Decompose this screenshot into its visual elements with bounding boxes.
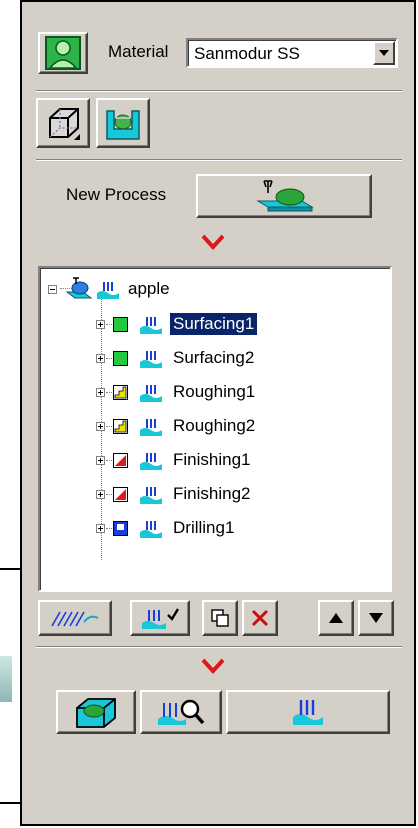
toolpath-button[interactable] [38,600,112,636]
tree-node-drilling[interactable]: Drilling1 [96,512,237,544]
expand-icon[interactable] [96,523,105,533]
user-icon [45,36,81,70]
new-process-label: New Process [66,185,167,204]
machining-panel: Material Sanmodur SS New Process apple S… [20,0,416,826]
generate-icon [293,700,323,725]
operation-icon [140,521,162,538]
expand-icon[interactable] [96,489,105,499]
expand-icon[interactable] [96,387,105,397]
chevron-down-icon[interactable] [373,41,395,65]
tree-node-surfacing[interactable]: Surfacing2 [96,342,257,374]
finishing-type-icon [113,452,128,468]
toolpath-icon [51,611,99,627]
tree-node-label: Drilling1 [173,518,235,537]
tree-node-roughing[interactable]: Roughing2 [96,410,258,442]
operation-icon [140,453,162,470]
flow-arrow-icon [201,234,225,250]
expand-icon[interactable] [96,353,105,363]
separator [36,646,402,648]
stock-box-icon [49,108,80,140]
tree-node-label: Roughing1 [173,382,256,401]
material-select[interactable]: Sanmodur SS [186,38,398,68]
expand-icon[interactable] [96,421,105,431]
material-label: Material [108,42,169,61]
separator [36,90,402,92]
expand-icon[interactable] [96,319,105,329]
process-root-icon [65,277,93,299]
tree-node-root[interactable]: apple [48,273,173,305]
copy-button[interactable] [202,600,238,636]
fixture-icon [106,110,140,140]
operation-icon [140,385,162,402]
new-process-button[interactable] [196,174,372,218]
delete-icon [251,609,269,627]
move-down-button[interactable] [358,600,394,636]
tree-node-finishing[interactable]: Finishing1 [96,444,254,476]
up-arrow-icon [329,613,343,623]
tree-node-label: apple [128,279,170,298]
tree-node-label: Finishing1 [173,450,251,469]
user-button[interactable] [38,32,88,74]
tree-node-label: Roughing2 [173,416,256,435]
surfacing-type-icon [113,316,128,332]
operation-icon [97,282,119,299]
operation-icon [140,317,162,334]
simulate-icon [76,698,116,728]
inspect-button[interactable] [140,690,222,734]
tree-node-roughing[interactable]: Roughing1 [96,376,258,408]
tree-node-label: Finishing2 [173,484,251,503]
tree-node-finishing[interactable]: Finishing2 [96,478,254,510]
surfacing-type-icon [113,350,128,366]
tree-node-label: Surfacing1 [168,312,259,336]
delete-button[interactable] [242,600,278,636]
operation-icon [140,419,162,436]
separator [36,159,402,161]
down-arrow-icon [369,613,383,623]
tree-node-label: Surfacing2 [173,348,255,367]
flow-arrow-icon [201,658,225,674]
operation-icon [140,351,162,368]
operation-check-button[interactable] [130,600,190,636]
generate-button[interactable] [226,690,390,734]
simulate-button[interactable] [56,690,136,734]
fixture-button[interactable] [96,98,150,148]
roughing-type-icon [113,384,128,400]
move-up-button[interactable] [318,600,354,636]
expand-icon[interactable] [96,455,105,465]
tree-node-surfacing[interactable]: Surfacing1 [96,308,259,340]
drilling-type-icon [113,520,128,536]
roughing-type-icon [113,418,128,434]
material-value: Sanmodur SS [194,44,300,63]
collapse-icon[interactable] [48,284,57,294]
operation-check-icon [142,608,180,629]
finishing-type-icon [113,486,128,502]
process-tree[interactable]: apple Surfacing1 Surfacing2 Roughing1 Rough… [38,266,392,592]
operation-icon [140,487,162,504]
stock-box-button[interactable] [36,98,90,148]
background-tile [0,656,12,702]
machine-icon [256,180,314,212]
inspect-icon [158,699,205,725]
copy-icon [211,609,229,627]
